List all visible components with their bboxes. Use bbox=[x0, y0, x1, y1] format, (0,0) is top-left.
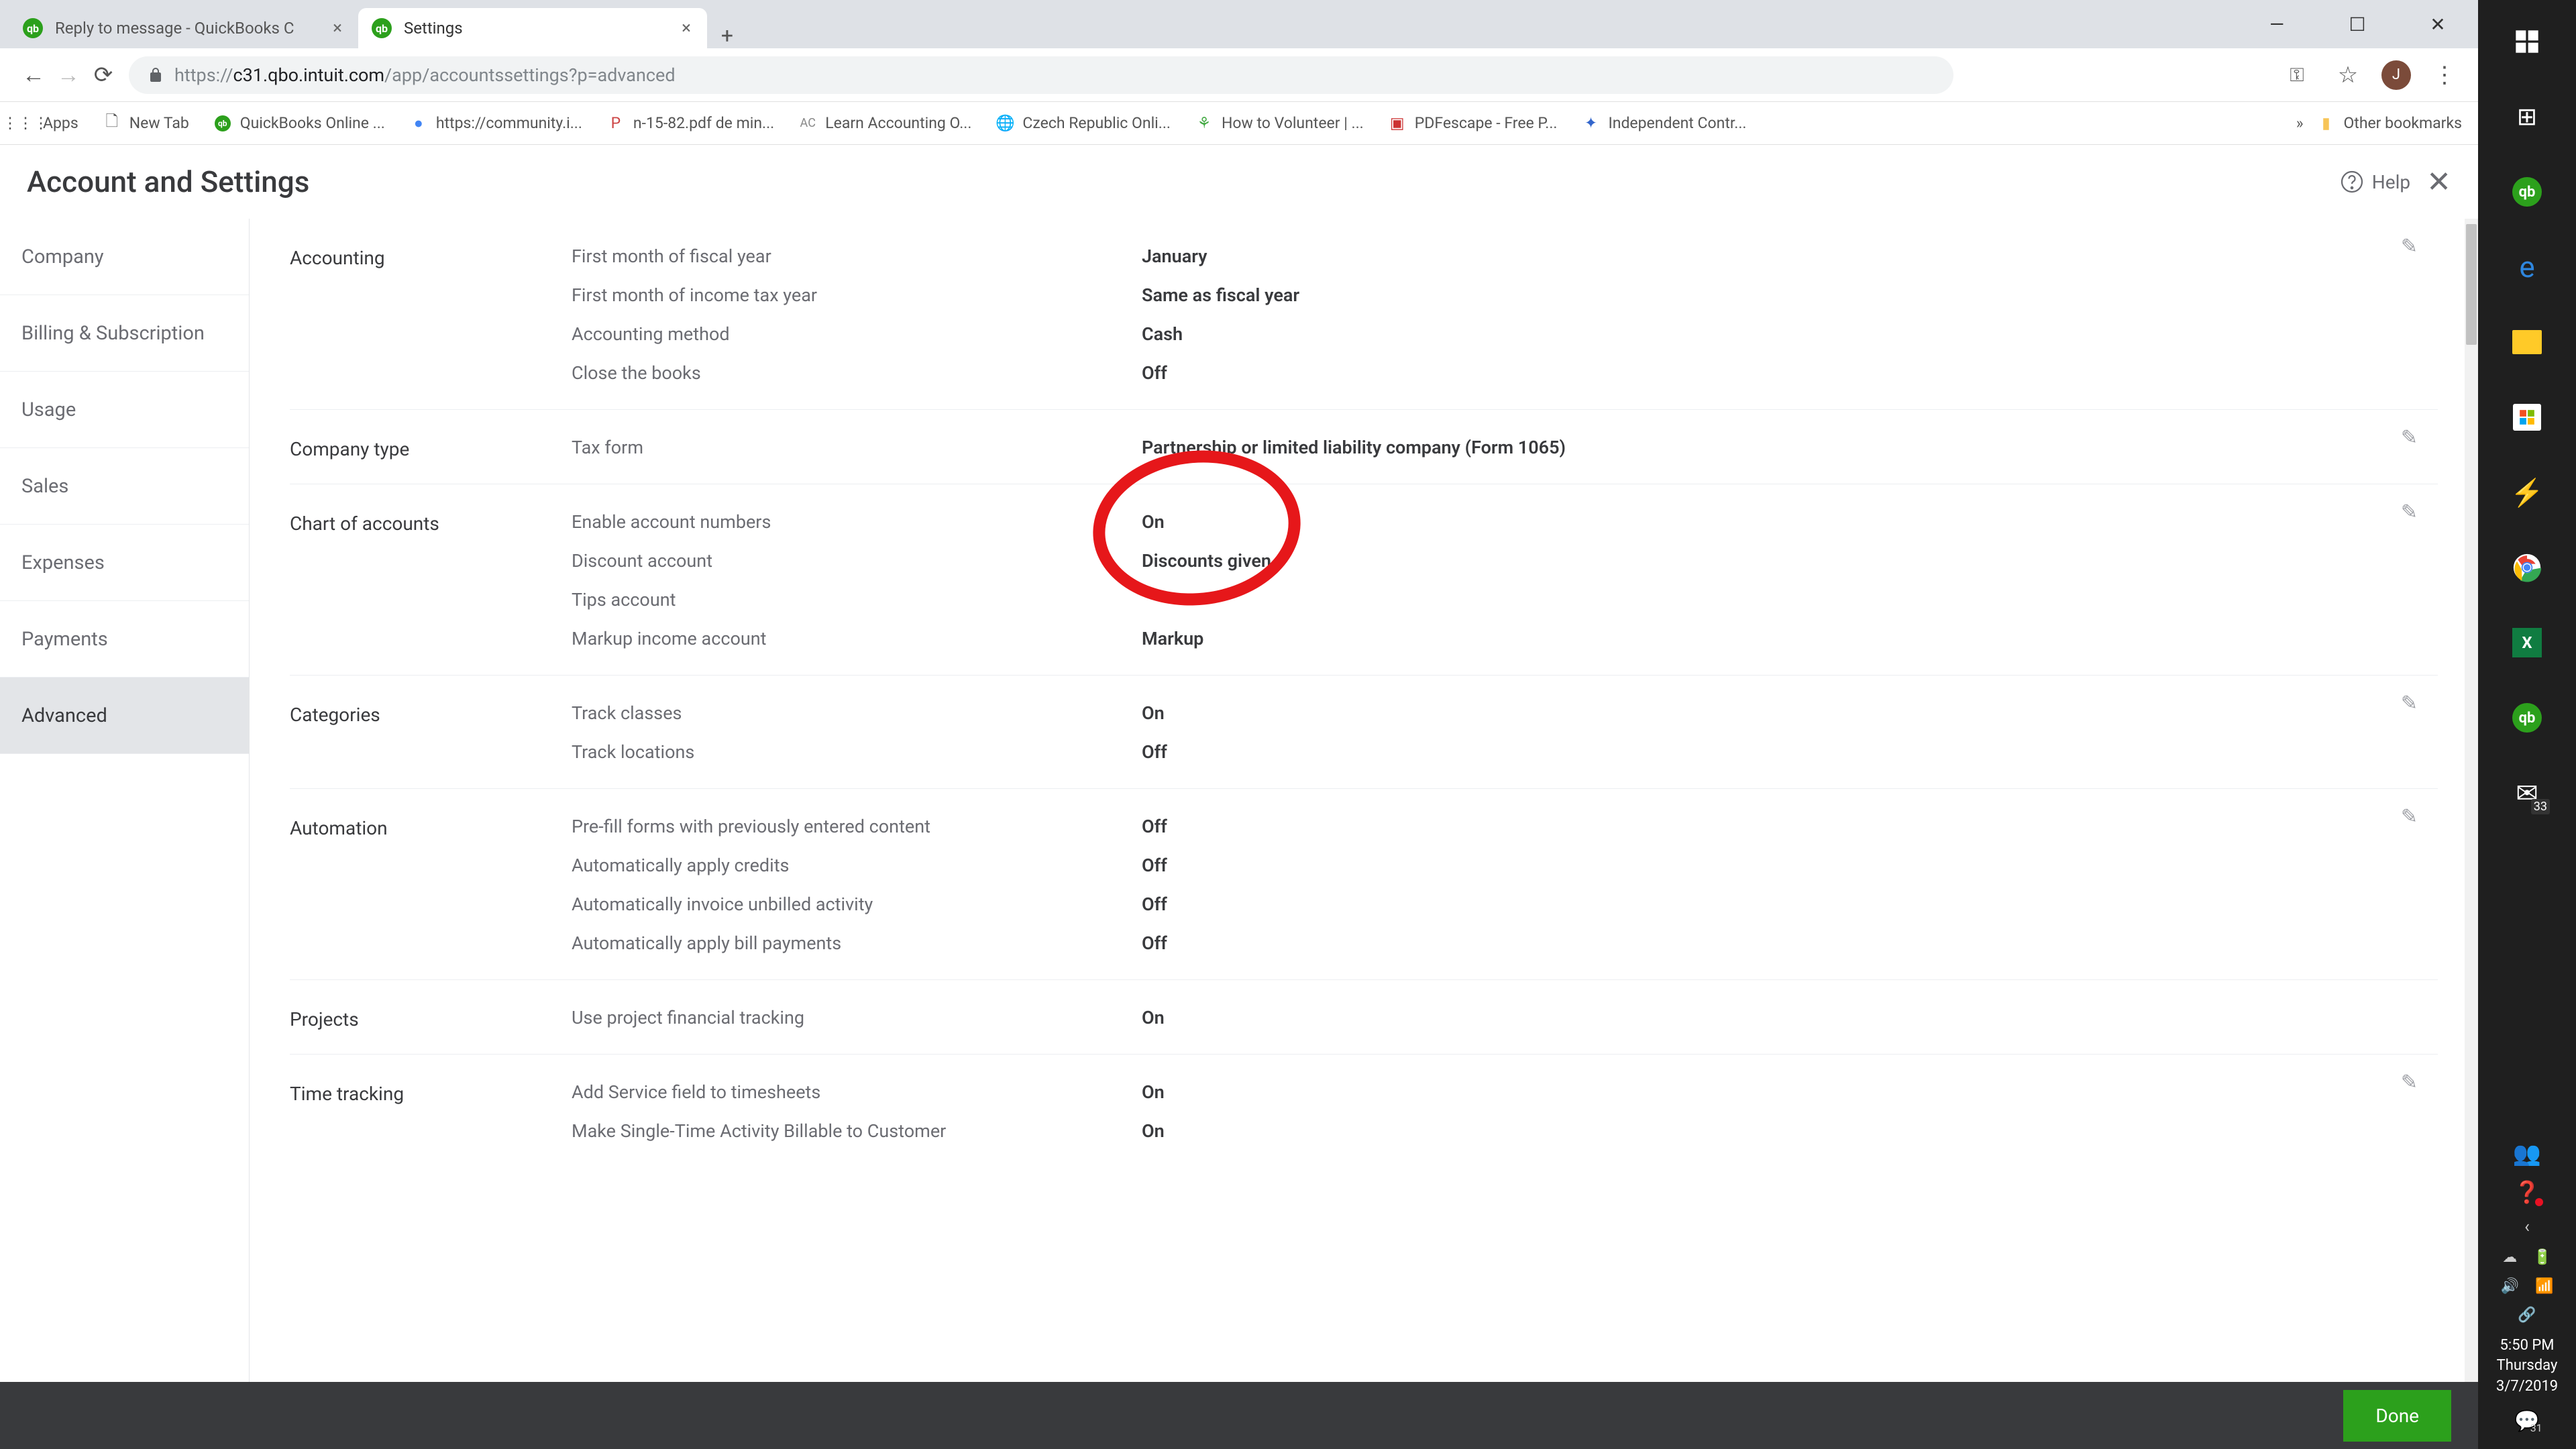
section-automation[interactable]: Automation Pre-fill forms with previousl… bbox=[290, 789, 2438, 980]
maximize-button[interactable]: ☐ bbox=[2317, 0, 2398, 48]
onedrive-icon[interactable]: ☁ bbox=[2502, 1249, 2517, 1266]
quickbooks-app-icon[interactable]: qb bbox=[2493, 684, 2561, 751]
settings-nav: Company Billing & Subscription Usage Sal… bbox=[0, 219, 250, 1382]
excel-icon[interactable]: X bbox=[2493, 609, 2561, 676]
bookmark-item[interactable]: ✦Independent Contr... bbox=[1582, 114, 1747, 133]
bookmark-bar: ⋮⋮⋮Apps 🗋New Tab qbQuickBooks Online ...… bbox=[0, 102, 2478, 145]
bookmark-item[interactable]: qbQuickBooks Online ... bbox=[213, 114, 385, 133]
url-text: https://c31.qbo.intuit.com/app/accountss… bbox=[174, 64, 676, 86]
windows-taskbar: ⊞ qb e ⚡ X qb ✉33 👥 ❓ ‹ ☁ 🔋 🔊 📶 🔗 5:50 PM … bbox=[2478, 0, 2576, 1449]
browser-tab-inactive[interactable]: qb Reply to message - QuickBooks C × bbox=[9, 8, 358, 48]
help-tray-icon[interactable]: ❓ bbox=[2514, 1179, 2540, 1205]
section-company-type[interactable]: Company type Tax formPartnership or limi… bbox=[290, 410, 2438, 484]
lock-icon bbox=[148, 67, 164, 83]
task-view-icon[interactable]: ⊞ bbox=[2493, 83, 2561, 150]
window-controls: ― ☐ ✕ bbox=[2237, 0, 2478, 48]
bookmark-item[interactable]: 🌐Czech Republic Onli... bbox=[996, 114, 1171, 133]
people-icon[interactable]: 👥 bbox=[2513, 1140, 2541, 1167]
bookmark-item[interactable]: ●https://community.i... bbox=[409, 114, 582, 133]
bookmark-item[interactable]: ▣PDFescape - Free P... bbox=[1388, 114, 1558, 133]
forward-button[interactable]: → bbox=[51, 58, 86, 93]
bookmark-overflow[interactable]: » bbox=[2296, 114, 2304, 132]
section-time-tracking[interactable]: Time tracking Add Service field to times… bbox=[290, 1055, 2438, 1167]
scrollbar[interactable] bbox=[2465, 219, 2478, 1382]
nav-sales[interactable]: Sales bbox=[0, 448, 249, 525]
notification-icon[interactable]: 💬31 bbox=[2514, 1409, 2539, 1433]
quickbooks-app-icon[interactable]: qb bbox=[2493, 158, 2561, 225]
star-icon[interactable]: ☆ bbox=[2330, 58, 2365, 93]
settings-header: Account and Settings Help ✕ bbox=[0, 145, 2478, 219]
edge-icon[interactable]: e bbox=[2493, 233, 2561, 301]
tab-title: Reply to message - QuickBooks C bbox=[55, 19, 294, 38]
nav-company[interactable]: Company bbox=[0, 219, 249, 295]
nav-payments[interactable]: Payments bbox=[0, 601, 249, 678]
bookmark-item[interactable]: ACLearn Accounting O... bbox=[798, 114, 971, 133]
chrome-icon[interactable] bbox=[2493, 534, 2561, 601]
system-clock[interactable]: 5:50 PM Thursday 3/7/2019 bbox=[2496, 1336, 2558, 1397]
mail-icon[interactable]: ✉33 bbox=[2493, 759, 2561, 826]
tab-title: Settings bbox=[404, 19, 463, 38]
edit-icon[interactable]: ✎ bbox=[2401, 1071, 2418, 1094]
bookmark-item[interactable]: 🗋New Tab bbox=[103, 114, 189, 133]
wifi-icon[interactable]: 📶 bbox=[2535, 1278, 2553, 1295]
section-projects[interactable]: Projects Use project financial trackingO… bbox=[290, 980, 2438, 1055]
other-bookmarks[interactable]: ▮Other bookmarks bbox=[2316, 114, 2462, 133]
settings-footer: Done bbox=[0, 1382, 2478, 1449]
battery-icon[interactable]: 🔋 bbox=[2533, 1249, 2551, 1266]
help-link[interactable]: Help bbox=[2340, 170, 2410, 194]
browser-tab-bar: qb Reply to message - QuickBooks C × qb … bbox=[0, 0, 2478, 48]
nav-billing[interactable]: Billing & Subscription bbox=[0, 295, 249, 372]
close-settings-button[interactable]: ✕ bbox=[2426, 164, 2451, 199]
new-tab-button[interactable]: + bbox=[707, 23, 747, 48]
close-icon[interactable]: × bbox=[682, 18, 691, 38]
edit-icon[interactable]: ✎ bbox=[2401, 426, 2418, 449]
address-bar: ← → ⟳ https://c31.qbo.intuit.com/app/acc… bbox=[0, 48, 2478, 102]
key-icon[interactable]: ⚿ bbox=[2279, 58, 2314, 93]
nav-usage[interactable]: Usage bbox=[0, 372, 249, 448]
link-icon[interactable]: 🔗 bbox=[2518, 1307, 2536, 1324]
start-button[interactable] bbox=[2493, 8, 2561, 75]
section-chart-of-accounts[interactable]: Chart of accounts Enable account numbers… bbox=[290, 484, 2438, 676]
done-button[interactable]: Done bbox=[2343, 1390, 2451, 1442]
settings-panel: Accounting First month of fiscal yearJan… bbox=[250, 219, 2478, 1382]
minimize-button[interactable]: ― bbox=[2237, 0, 2317, 48]
edit-icon[interactable]: ✎ bbox=[2401, 235, 2418, 258]
bookmark-item[interactable]: ⚘How to Volunteer | ... bbox=[1195, 114, 1364, 133]
file-explorer-icon[interactable] bbox=[2493, 309, 2561, 376]
app-icon[interactable]: ⚡ bbox=[2493, 459, 2561, 526]
edit-icon[interactable]: ✎ bbox=[2401, 500, 2418, 524]
nav-expenses[interactable]: Expenses bbox=[0, 525, 249, 601]
bookmark-item[interactable]: Pn-15-82.pdf de min... bbox=[606, 114, 774, 133]
browser-tab-active[interactable]: qb Settings × bbox=[358, 8, 707, 48]
volume-icon[interactable]: 🔊 bbox=[2501, 1278, 2519, 1295]
reload-button[interactable]: ⟳ bbox=[86, 58, 121, 93]
close-window-button[interactable]: ✕ bbox=[2398, 0, 2478, 48]
edit-icon[interactable]: ✎ bbox=[2401, 805, 2418, 828]
profile-avatar[interactable]: J bbox=[2381, 60, 2411, 90]
page-title: Account and Settings bbox=[27, 164, 309, 199]
apps-button[interactable]: ⋮⋮⋮Apps bbox=[16, 114, 78, 133]
edit-icon[interactable]: ✎ bbox=[2401, 692, 2418, 715]
url-field[interactable]: https://c31.qbo.intuit.com/app/accountss… bbox=[129, 56, 1953, 94]
menu-icon[interactable]: ⋮ bbox=[2427, 58, 2462, 93]
section-accounting[interactable]: Accounting First month of fiscal yearJan… bbox=[290, 219, 2438, 410]
close-icon[interactable]: × bbox=[333, 18, 342, 38]
store-icon[interactable] bbox=[2493, 384, 2561, 451]
section-categories[interactable]: Categories Track classesOn Track locatio… bbox=[290, 676, 2438, 789]
tray-expand-icon[interactable]: ‹ bbox=[2524, 1217, 2530, 1237]
nav-advanced[interactable]: Advanced bbox=[0, 678, 249, 754]
back-button[interactable]: ← bbox=[16, 58, 51, 93]
help-icon bbox=[2340, 170, 2364, 194]
